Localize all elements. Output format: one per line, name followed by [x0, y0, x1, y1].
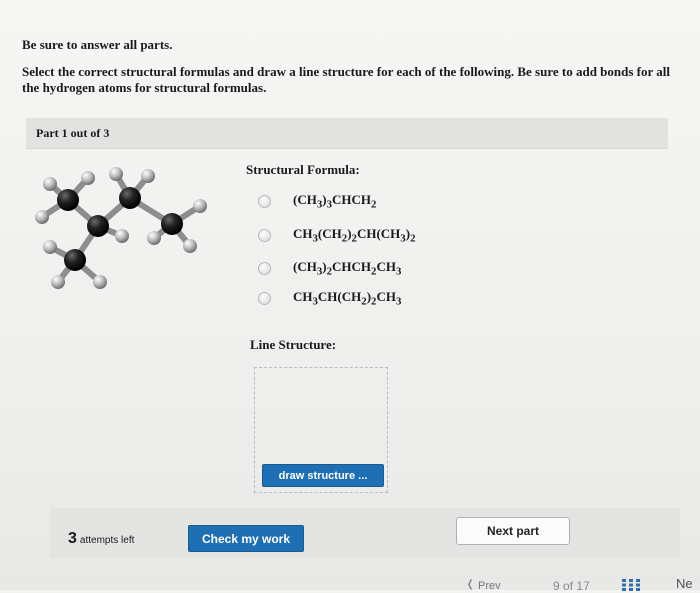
page-indicator[interactable]: 9 of 17 — [553, 579, 590, 593]
next-link[interactable]: Ne — [676, 576, 693, 591]
page-total: 17 — [576, 579, 590, 593]
radio-button[interactable] — [258, 261, 271, 275]
ball-and-stick-molecule-image — [35, 167, 207, 289]
formula-option-2[interactable]: CH3(CH2)2CH(CH3)2 — [258, 225, 415, 245]
check-my-work-button[interactable]: Check my work — [188, 525, 304, 552]
next-part-button[interactable]: Next part — [456, 517, 570, 545]
formula-option-text: (CH3)2CHCH2CH3 — [293, 258, 402, 278]
radio-button[interactable] — [258, 228, 271, 242]
question-page: { "instructions": { "line1": "Be sure to… — [0, 0, 700, 593]
question-navigation: ❬ Prev 9 of 17 Ne — [0, 570, 700, 593]
part-label: Part 1 out of 3 — [36, 126, 110, 140]
radio-button[interactable] — [258, 291, 271, 305]
instruction-text: Select the correct structural formulas a… — [22, 64, 671, 95]
page-of: of — [563, 579, 574, 593]
formula-option-text: CH3(CH2)2CH(CH3)2 — [293, 225, 416, 245]
prev-link[interactable]: Prev — [478, 580, 501, 592]
attempts-text: attempts left — [79, 535, 135, 546]
page-current: 9 — [553, 579, 560, 593]
formula-option-1[interactable]: (CH3)3CHCH2 — [258, 191, 376, 211]
structural-formula-label: Structural Formula: — [246, 162, 360, 177]
grid-icon[interactable] — [622, 579, 640, 591]
formula-option-3[interactable]: (CH3)2CHCH2CH3 — [258, 258, 401, 278]
draw-structure-button[interactable]: draw structure ... — [262, 464, 384, 487]
formula-option-text: (CH3)3CHCH2 — [293, 191, 377, 211]
attempts-count: 3 — [68, 530, 77, 547]
formula-option-4[interactable]: CH3CH(CH2)2CH3 — [258, 288, 401, 308]
instruction-answer-all: Be sure to answer all parts. — [22, 37, 173, 52]
radio-button[interactable] — [258, 194, 271, 208]
formula-option-text: CH3CH(CH2)2CH3 — [293, 288, 402, 308]
footer-bar — [50, 508, 680, 558]
line-structure-label: Line Structure: — [250, 337, 337, 352]
part-header: Part 1 out of 3 — [26, 118, 668, 149]
chevron-left-icon[interactable]: ❬ — [466, 579, 474, 590]
attempts-remaining: 3 attempts left — [68, 530, 134, 548]
